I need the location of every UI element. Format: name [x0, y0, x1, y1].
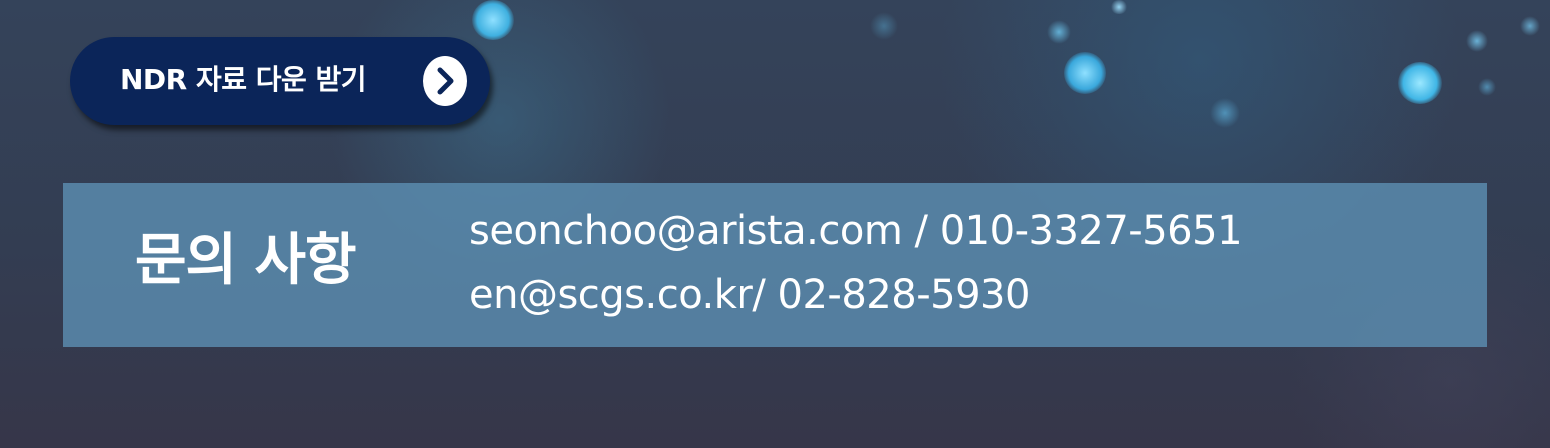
light-bokeh [1047, 20, 1071, 44]
light-bokeh [870, 12, 898, 40]
contact-line-primary: seonchoo@arista.com / 010-3327-5651 [469, 208, 1243, 254]
chevron-right-icon [423, 56, 467, 106]
light-bokeh [1466, 30, 1488, 52]
contact-line-secondary: en@scgs.co.kr/ 02-828-5930 [469, 272, 1030, 318]
light-bokeh [1110, 0, 1128, 14]
contact-title: 문의 사항 [135, 228, 357, 293]
light-bokeh [472, 0, 514, 40]
contact-panel: 문의 사항 seonchoo@arista.com / 010-3327-565… [63, 183, 1487, 347]
light-bokeh [1478, 78, 1496, 96]
ndr-download-button[interactable]: NDR 자료 다운 받기 [70, 37, 490, 125]
light-bokeh [1520, 16, 1540, 36]
download-button-label: NDR 자료 다운 받기 [120, 63, 367, 96]
light-bokeh [1210, 98, 1240, 128]
light-bokeh [1398, 62, 1442, 104]
light-bokeh [1064, 52, 1106, 94]
